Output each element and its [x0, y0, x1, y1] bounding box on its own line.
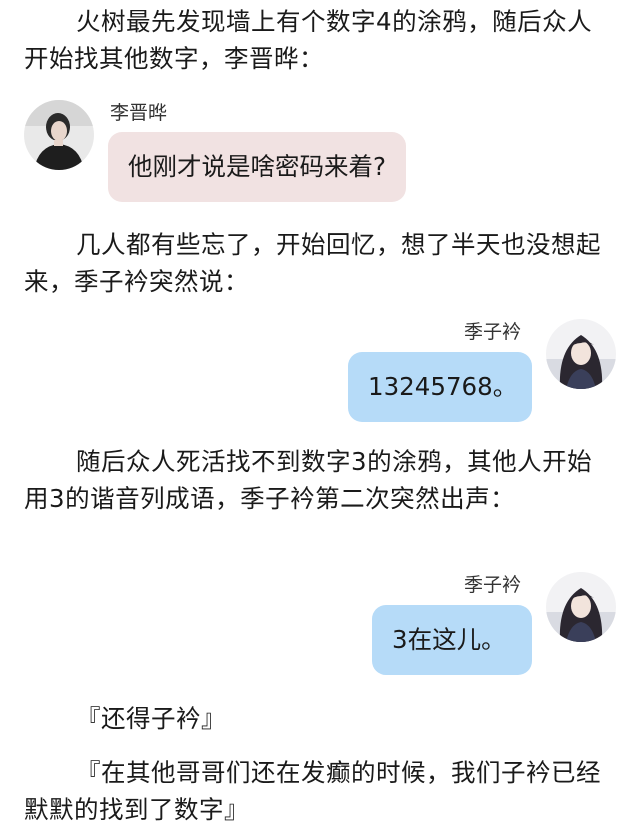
quote-line-2: 『在其他哥哥们还在发癫的时候，我们子衿已经默默的找到了数字』 — [24, 758, 601, 824]
avatar-li-jinye[interactable] — [24, 100, 94, 170]
avatar-ji-zijin[interactable] — [546, 572, 616, 642]
sender-name: 季子衿 — [464, 321, 522, 343]
message-bubble: 13245768。 — [348, 352, 532, 422]
narration-paragraph-1: 火树最先发现墙上有个数字4的涂鸦，随后众人开始找其他数字，李晋晔： — [24, 7, 593, 73]
narration-paragraph-2: 几人都有些忘了，开始回忆，想了半天也没想起来，季子衿突然说： — [24, 230, 601, 296]
quote-line-1: 『还得子衿』 — [76, 704, 226, 733]
avatar-ji-zijin[interactable] — [546, 319, 616, 389]
message-bubble: 3在这儿。 — [372, 605, 532, 675]
narration-paragraph-3: 随后众人死活找不到数字3的涂鸦，其他人开始用3的谐音列成语，季子衿第二次突然出声… — [24, 447, 593, 513]
sender-name: 李晋晔 — [110, 102, 168, 124]
message-bubble: 他刚才说是啥密码来着? — [108, 132, 407, 202]
sender-name: 季子衿 — [464, 574, 522, 596]
